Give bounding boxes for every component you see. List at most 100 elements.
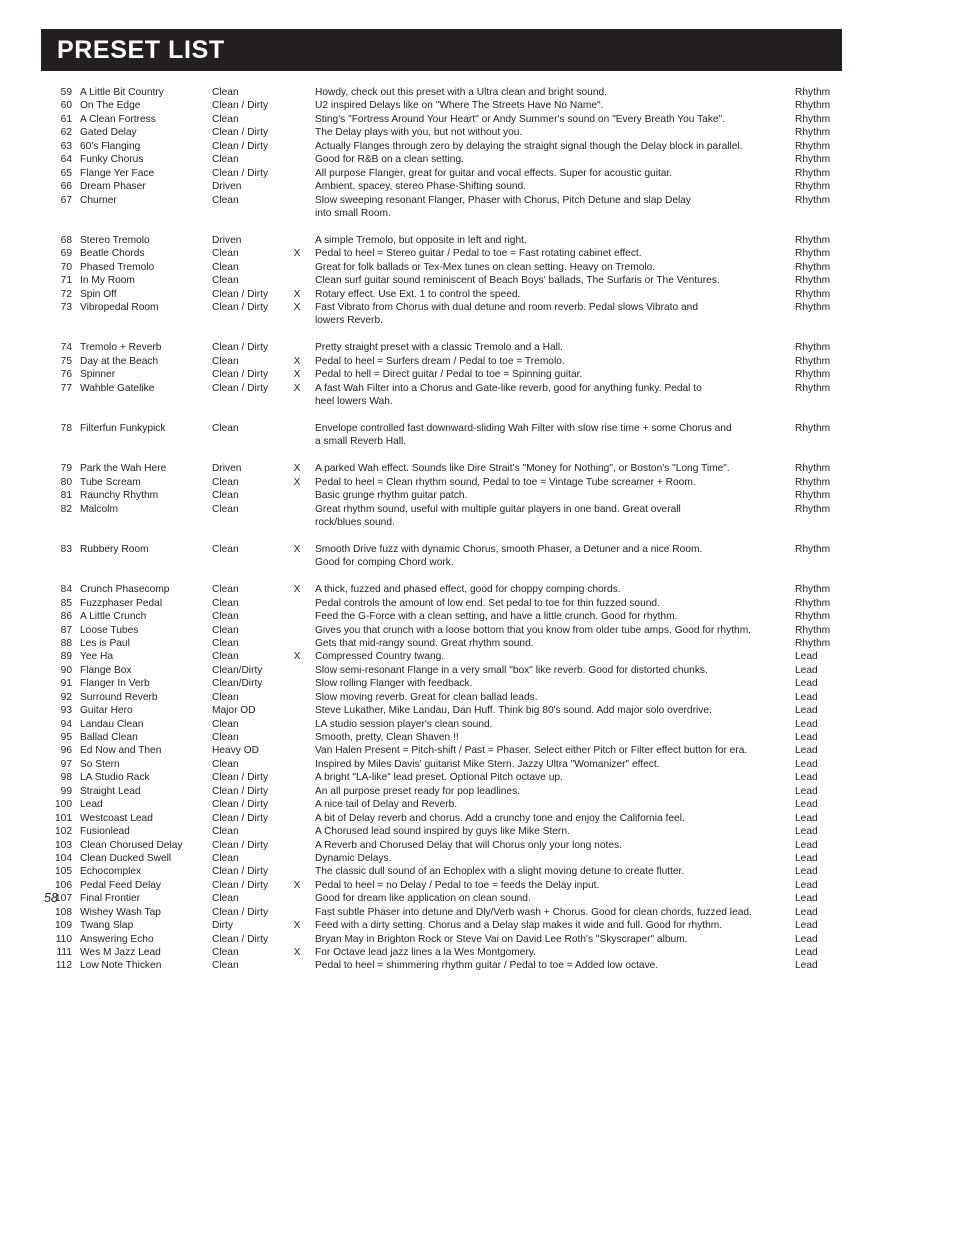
preset-type: Driven <box>212 181 242 193</box>
preset-type: Clean / Dirty <box>212 100 269 112</box>
pedal-marker: X <box>293 476 301 488</box>
pedal-marker: X <box>293 879 301 891</box>
preset-number: 88 <box>60 637 72 649</box>
preset-category: Lead <box>795 933 818 945</box>
preset-type: Clean / Dirty <box>212 933 269 945</box>
preset-description: Feed the G-Force with a clean setting, a… <box>315 611 678 623</box>
table-row: 96 Ed Now and Then Heavy OD Van Halen Prese… <box>0 744 954 757</box>
preset-number: 71 <box>60 275 72 287</box>
pedal-marker: X <box>293 463 301 475</box>
pedal-marker: X <box>293 288 301 300</box>
preset-description: The classic dull sound of an Echoplex wi… <box>315 866 685 878</box>
preset-name: Flange Yer Face <box>80 167 155 179</box>
preset-type: Clean <box>212 194 239 206</box>
table-row: 77 Wahble Gatelike Clean / Dirty X A fast Wa… <box>0 382 954 395</box>
preset-type: Clean / Dirty <box>212 382 269 394</box>
table-row: 97 So Stern Clean Inspired by Miles Davis' … <box>0 758 954 771</box>
table-row: 63 60's Flanging Clean / Dirty Actually Fla… <box>0 140 954 153</box>
table-row: 102 Fusionlead Clean A Chorused lead sound … <box>0 825 954 838</box>
preset-type: Clean <box>212 637 239 649</box>
preset-name: Gated Delay <box>80 127 137 139</box>
table-row: 88 Les is Paul Clean Gets that mid-rangy so… <box>0 637 954 650</box>
pedal-marker: X <box>293 369 301 381</box>
preset-type: Clean <box>212 261 239 273</box>
preset-type: Clean <box>212 852 239 864</box>
preset-category: Lead <box>795 772 818 784</box>
preset-number: 80 <box>60 476 72 488</box>
preset-description: Great for folk ballads or Tex-Mex tunes … <box>315 261 656 273</box>
preset-number: 67 <box>60 194 72 206</box>
preset-description: A simple Tremolo, but opposite in left a… <box>315 234 527 246</box>
table-row: 105 Echocomplex Clean / Dirty The classic d… <box>0 865 954 878</box>
preset-name: Wishey Wash Tap <box>80 906 161 918</box>
preset-type: Clean <box>212 758 239 770</box>
preset-number: 86 <box>60 611 72 623</box>
preset-description: into small Room. <box>315 207 391 219</box>
preset-description: LA studio session player's clean sound. <box>315 718 493 730</box>
preset-description: Dynamic Delays. <box>315 852 392 864</box>
preset-description: Pedal to heel = Clean rhythm sound, Peda… <box>315 476 696 488</box>
preset-description: A nice tail of Delay and Reverb. <box>315 799 458 811</box>
preset-description: Great rhythm sound, useful with multiple… <box>315 503 681 515</box>
table-row: 89 Yee Ha Clean X Compressed Country twang. L… <box>0 650 954 663</box>
preset-category: Rhythm <box>795 637 831 649</box>
preset-category: Lead <box>795 893 818 905</box>
preset-name: Spinner <box>80 369 116 381</box>
preset-category: Lead <box>795 745 818 757</box>
preset-category: Lead <box>795 879 818 891</box>
preset-name: Day at the Beach <box>80 355 159 367</box>
table-row: a small Reverb Hall. <box>0 435 954 448</box>
preset-name: Spin Off <box>80 288 117 300</box>
preset-name: In My Room <box>80 275 135 287</box>
preset-number: 62 <box>60 127 72 139</box>
preset-category: Rhythm <box>795 355 831 367</box>
preset-type: Clean <box>212 597 239 609</box>
preset-description: Steve Lukather, Mike Landau, Dan Huff. T… <box>315 705 712 717</box>
preset-description: Pedal to heel = shimmering rhythm guitar… <box>315 960 659 972</box>
preset-name: Lead <box>80 799 103 811</box>
pedal-marker: X <box>293 947 301 958</box>
preset-type: Heavy OD <box>212 745 259 757</box>
preset-category: Lead <box>795 906 818 918</box>
preset-number: 82 <box>60 503 72 515</box>
preset-name: Beatle Chords <box>80 248 145 260</box>
page-title-bar: PRESET LIST <box>41 29 842 71</box>
preset-description: Clean surf guitar sound reminiscent of B… <box>315 275 720 287</box>
preset-category: Lead <box>795 852 818 864</box>
preset-category: Lead <box>795 920 818 932</box>
preset-type: Driven <box>212 463 242 475</box>
table-row: 94 Landau Clean Clean LA studio session pla… <box>0 718 954 731</box>
preset-name: Ballad Clean <box>80 732 138 743</box>
preset-category: Lead <box>795 960 818 972</box>
preset-number: 76 <box>60 369 72 381</box>
preset-type: Clean / Dirty <box>212 799 269 811</box>
preset-name: A Little Crunch <box>80 611 147 623</box>
preset-type: Clean / Dirty <box>212 127 269 139</box>
preset-number: 83 <box>60 543 72 555</box>
preset-category: Lead <box>795 812 818 824</box>
table-row: 79 Park the Wah Here Driven X A parked Wah e… <box>0 462 954 475</box>
preset-type: Clean <box>212 960 239 972</box>
pedal-marker: X <box>293 355 301 367</box>
preset-type: Clean <box>212 87 239 98</box>
preset-description: An all purpose preset ready for pop lead… <box>315 785 521 797</box>
preset-number: 68 <box>60 234 72 246</box>
preset-category: Lead <box>795 758 818 770</box>
preset-name: Churner <box>80 194 117 206</box>
preset-type: Clean <box>212 543 239 555</box>
preset-name: A Little Bit Country <box>80 87 164 98</box>
preset-number: 93 <box>60 705 72 717</box>
preset-category: Lead <box>795 651 818 663</box>
preset-description: Compressed Country twang. <box>315 651 445 663</box>
table-row: 100 Lead Clean / Dirty A nice tail of Delay… <box>0 798 954 811</box>
preset-description: A fast Wah Filter into a Chorus and Gate… <box>315 382 702 394</box>
table-row: rock/blues sound. <box>0 516 954 529</box>
table-row: 60 On The Edge Clean / Dirty U2 inspired De… <box>0 99 954 112</box>
preset-type: Clean <box>212 691 239 703</box>
page-title: PRESET LIST <box>57 36 225 64</box>
preset-category: Rhythm <box>795 181 831 193</box>
preset-table: 59 A Little Bit Country Clean Howdy, check … <box>0 86 954 973</box>
table-row: 107 Final Frontier Clean Good for dream lik… <box>0 892 954 905</box>
preset-type: Clean <box>212 893 239 905</box>
preset-type: Clean <box>212 826 239 838</box>
